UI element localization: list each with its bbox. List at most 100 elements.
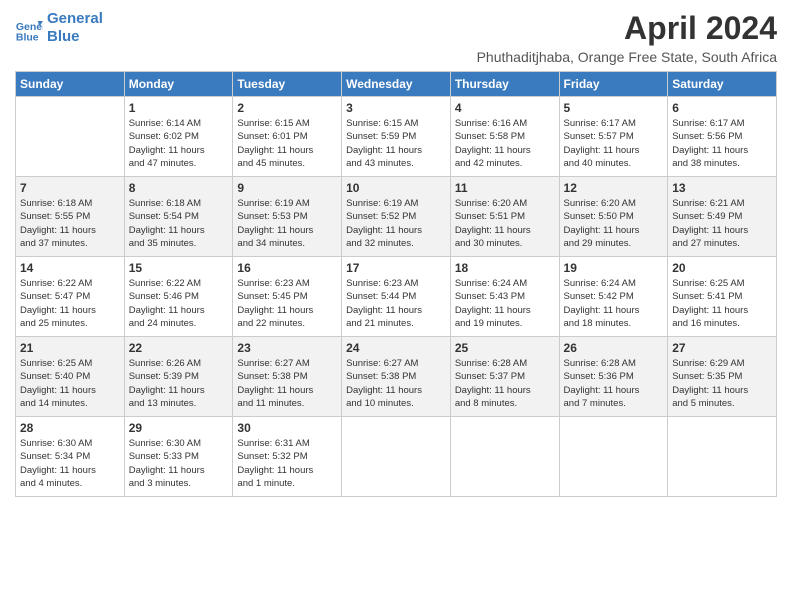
col-header-friday: Friday	[559, 72, 668, 97]
calendar-cell: 26Sunrise: 6:28 AM Sunset: 5:36 PM Dayli…	[559, 337, 668, 417]
calendar-cell: 20Sunrise: 6:25 AM Sunset: 5:41 PM Dayli…	[668, 257, 777, 337]
day-info: Sunrise: 6:20 AM Sunset: 5:50 PM Dayligh…	[564, 197, 664, 250]
logo-text: General Blue	[47, 10, 103, 46]
day-number: 6	[672, 101, 772, 115]
calendar-cell	[16, 97, 125, 177]
calendar-week-row: 21 Sunrise: 6:25 AM Sunset: 5:40 PM Dayli…	[16, 337, 777, 417]
calendar-cell: 3 Sunrise: 6:15 AM Sunset: 5:59 PM Daylig…	[342, 97, 451, 177]
calendar-cell: 23 Sunrise: 6:27 AM Sunset: 5:38 PM Dayli…	[233, 337, 342, 417]
svg-text:Blue: Blue	[16, 31, 39, 42]
calendar-cell: 18Sunrise: 6:24 AM Sunset: 5:43 PM Dayli…	[450, 257, 559, 337]
day-number: 1	[129, 101, 229, 115]
day-number: 30	[237, 421, 337, 435]
calendar-cell: 10 Sunrise: 6:19 AM Sunset: 5:52 PM Dayli…	[342, 177, 451, 257]
calendar-week-row: 14 Sunrise: 6:22 AM Sunset: 5:47 PM Dayli…	[16, 257, 777, 337]
day-number: 5	[564, 101, 664, 115]
calendar-cell: 11Sunrise: 6:20 AM Sunset: 5:51 PM Dayli…	[450, 177, 559, 257]
day-number: 8	[129, 181, 229, 195]
calendar-cell: 8 Sunrise: 6:18 AM Sunset: 5:54 PM Daylig…	[124, 177, 233, 257]
title-block: April 2024 Phuthaditjhaba, Orange Free S…	[477, 10, 777, 65]
month-title: April 2024	[477, 10, 777, 47]
day-info: Sunrise: 6:17 AM Sunset: 5:56 PM Dayligh…	[672, 117, 772, 170]
calendar-cell: 6 Sunrise: 6:17 AM Sunset: 5:56 PM Daylig…	[668, 97, 777, 177]
calendar-cell: 16 Sunrise: 6:23 AM Sunset: 5:45 PM Dayli…	[233, 257, 342, 337]
calendar-cell: 25Sunrise: 6:28 AM Sunset: 5:37 PM Dayli…	[450, 337, 559, 417]
day-info: Sunrise: 6:24 AM Sunset: 5:42 PM Dayligh…	[564, 277, 664, 330]
calendar-cell: 9Sunrise: 6:19 AM Sunset: 5:53 PM Daylig…	[233, 177, 342, 257]
day-number: 12	[564, 181, 664, 195]
day-number: 19	[564, 261, 664, 275]
day-info: Sunrise: 6:18 AM Sunset: 5:54 PM Dayligh…	[129, 197, 229, 250]
day-info: Sunrise: 6:24 AM Sunset: 5:43 PM Dayligh…	[455, 277, 555, 330]
calendar-week-row: 28Sunrise: 6:30 AM Sunset: 5:34 PM Dayli…	[16, 417, 777, 497]
day-info: Sunrise: 6:28 AM Sunset: 5:37 PM Dayligh…	[455, 357, 555, 410]
day-info: Sunrise: 6:23 AM Sunset: 5:44 PM Dayligh…	[346, 277, 446, 330]
day-number: 22	[129, 341, 229, 355]
calendar-cell: 29 Sunrise: 6:30 AM Sunset: 5:33 PM Dayli…	[124, 417, 233, 497]
col-header-sunday: Sunday	[16, 72, 125, 97]
calendar-cell	[342, 417, 451, 497]
col-header-monday: Monday	[124, 72, 233, 97]
calendar-cell: 24 Sunrise: 6:27 AM Sunset: 5:38 PM Dayli…	[342, 337, 451, 417]
day-info: Sunrise: 6:18 AM Sunset: 5:55 PM Dayligh…	[20, 197, 120, 250]
day-number: 23	[237, 341, 337, 355]
calendar-cell: 14 Sunrise: 6:22 AM Sunset: 5:47 PM Dayli…	[16, 257, 125, 337]
day-number: 9	[237, 181, 337, 195]
day-info: Sunrise: 6:27 AM Sunset: 5:38 PM Dayligh…	[346, 357, 446, 410]
day-info: Sunrise: 6:25 AM Sunset: 5:40 PM Dayligh…	[20, 357, 120, 410]
calendar-cell: 22 Sunrise: 6:26 AM Sunset: 5:39 PM Dayli…	[124, 337, 233, 417]
calendar-cell: 7 Sunrise: 6:18 AM Sunset: 5:55 PM Daylig…	[16, 177, 125, 257]
day-info: Sunrise: 6:19 AM Sunset: 5:52 PM Dayligh…	[346, 197, 446, 250]
calendar-cell: 21 Sunrise: 6:25 AM Sunset: 5:40 PM Dayli…	[16, 337, 125, 417]
day-info: Sunrise: 6:23 AM Sunset: 5:45 PM Dayligh…	[237, 277, 337, 330]
day-number: 17	[346, 261, 446, 275]
day-number: 7	[20, 181, 120, 195]
calendar-cell: 27Sunrise: 6:29 AM Sunset: 5:35 PM Dayli…	[668, 337, 777, 417]
col-header-wednesday: Wednesday	[342, 72, 451, 97]
col-header-saturday: Saturday	[668, 72, 777, 97]
day-number: 3	[346, 101, 446, 115]
page-header: General Blue General Blue April 2024 Phu…	[15, 10, 777, 65]
day-info: Sunrise: 6:17 AM Sunset: 5:57 PM Dayligh…	[564, 117, 664, 170]
day-info: Sunrise: 6:27 AM Sunset: 5:38 PM Dayligh…	[237, 357, 337, 410]
day-number: 15	[129, 261, 229, 275]
calendar-cell: 17 Sunrise: 6:23 AM Sunset: 5:44 PM Dayli…	[342, 257, 451, 337]
calendar-cell: 1 Sunrise: 6:14 AM Sunset: 6:02 PM Daylig…	[124, 97, 233, 177]
day-number: 10	[346, 181, 446, 195]
calendar-cell	[559, 417, 668, 497]
day-info: Sunrise: 6:26 AM Sunset: 5:39 PM Dayligh…	[129, 357, 229, 410]
day-number: 27	[672, 341, 772, 355]
calendar-table: SundayMondayTuesdayWednesdayThursdayFrid…	[15, 71, 777, 497]
day-info: Sunrise: 6:28 AM Sunset: 5:36 PM Dayligh…	[564, 357, 664, 410]
day-info: Sunrise: 6:14 AM Sunset: 6:02 PM Dayligh…	[129, 117, 229, 170]
day-number: 29	[129, 421, 229, 435]
calendar-cell	[450, 417, 559, 497]
day-info: Sunrise: 6:30 AM Sunset: 5:33 PM Dayligh…	[129, 437, 229, 490]
day-number: 24	[346, 341, 446, 355]
day-number: 28	[20, 421, 120, 435]
calendar-cell	[668, 417, 777, 497]
day-info: Sunrise: 6:22 AM Sunset: 5:47 PM Dayligh…	[20, 277, 120, 330]
logo: General Blue General Blue	[15, 10, 103, 46]
calendar-cell: 15Sunrise: 6:22 AM Sunset: 5:46 PM Dayli…	[124, 257, 233, 337]
day-info: Sunrise: 6:15 AM Sunset: 6:01 PM Dayligh…	[237, 117, 337, 170]
calendar-cell: 12 Sunrise: 6:20 AM Sunset: 5:50 PM Dayli…	[559, 177, 668, 257]
calendar-week-row: 1 Sunrise: 6:14 AM Sunset: 6:02 PM Daylig…	[16, 97, 777, 177]
day-number: 14	[20, 261, 120, 275]
col-header-thursday: Thursday	[450, 72, 559, 97]
day-number: 16	[237, 261, 337, 275]
day-info: Sunrise: 6:16 AM Sunset: 5:58 PM Dayligh…	[455, 117, 555, 170]
location-subtitle: Phuthaditjhaba, Orange Free State, South…	[477, 49, 777, 65]
calendar-week-row: 7 Sunrise: 6:18 AM Sunset: 5:55 PM Daylig…	[16, 177, 777, 257]
calendar-cell: 5 Sunrise: 6:17 AM Sunset: 5:57 PM Daylig…	[559, 97, 668, 177]
col-header-tuesday: Tuesday	[233, 72, 342, 97]
day-number: 21	[20, 341, 120, 355]
calendar-cell: 28Sunrise: 6:30 AM Sunset: 5:34 PM Dayli…	[16, 417, 125, 497]
calendar-header-row: SundayMondayTuesdayWednesdayThursdayFrid…	[16, 72, 777, 97]
logo-icon: General Blue	[15, 14, 43, 42]
calendar-cell: 30Sunrise: 6:31 AM Sunset: 5:32 PM Dayli…	[233, 417, 342, 497]
calendar-cell: 2Sunrise: 6:15 AM Sunset: 6:01 PM Daylig…	[233, 97, 342, 177]
calendar-cell: 13Sunrise: 6:21 AM Sunset: 5:49 PM Dayli…	[668, 177, 777, 257]
day-info: Sunrise: 6:25 AM Sunset: 5:41 PM Dayligh…	[672, 277, 772, 330]
day-info: Sunrise: 6:15 AM Sunset: 5:59 PM Dayligh…	[346, 117, 446, 170]
